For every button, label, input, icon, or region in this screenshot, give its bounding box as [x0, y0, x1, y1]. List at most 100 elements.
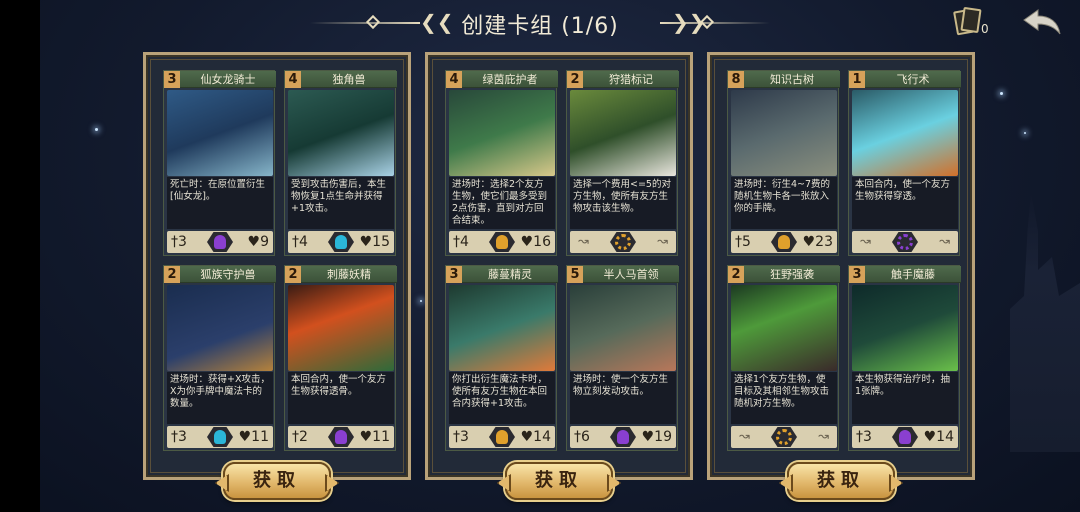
helmet-icon	[335, 430, 347, 444]
star	[1000, 92, 1003, 95]
helmet-icon	[214, 235, 226, 249]
card-name: 半人马首领	[603, 268, 659, 281]
card[interactable]: 8 知识古树 进场时：衍生4~7费的随机生物卡各一张放入你的手牌。 †5 ♥23	[727, 70, 840, 256]
faction-gem	[771, 232, 797, 252]
faction-gem	[207, 232, 233, 252]
health-stat: ♥23	[802, 234, 833, 250]
spell-rune-icon: ↝	[939, 234, 950, 249]
card-header: 3 仙女龙骑士	[164, 71, 276, 88]
deck-cards-icon[interactable]	[953, 6, 982, 36]
card-name: 飞行术	[896, 73, 930, 86]
attack-stat: †2	[292, 429, 308, 445]
cost-badge: 2	[285, 266, 301, 283]
get-button[interactable]: 获取	[223, 462, 331, 500]
faction-gem	[892, 427, 918, 447]
star	[95, 128, 98, 131]
get-button[interactable]: 获取	[787, 462, 895, 500]
faction-gem	[328, 232, 354, 252]
stat-bar: †3 ♥11	[167, 426, 273, 448]
spell-rune-icon: ↝	[818, 429, 829, 444]
card-header: 3 触手魔藤	[849, 266, 961, 283]
card-pack-panel: 8 知识古树 进场时：衍生4~7费的随机生物卡各一张放入你的手牌。 †5 ♥23…	[707, 52, 975, 480]
card-art	[731, 90, 837, 176]
card-description: 进场时：衍生4~7费的随机生物卡各一张放入你的手牌。	[731, 177, 837, 229]
card[interactable]: 4 独角兽 受到攻击伤害后，本生物恢复1点生命并获得+1攻击。 †4 ♥15	[284, 70, 397, 256]
card-name: 绿茵庇护者	[482, 73, 538, 86]
card[interactable]: 3 触手魔藤 本生物获得治疗时，抽1张牌。 †3 ♥14	[848, 265, 961, 451]
card-name: 藤蔓精灵	[488, 268, 532, 281]
card-name: 触手魔藤	[891, 268, 935, 281]
stat-bar: †6 ♥19	[570, 426, 676, 448]
card-art	[449, 285, 555, 371]
cost-badge: 3	[164, 71, 180, 88]
stat-bar: †2 ♥11	[288, 426, 394, 448]
card-header: 2 狐族守护兽	[164, 266, 276, 283]
cost-badge: 1	[849, 71, 865, 88]
spell-gear-icon	[615, 234, 631, 250]
card-art	[167, 285, 273, 371]
card-art	[852, 285, 958, 371]
card[interactable]: 3 藤蔓精灵 你打出衍生魔法卡时，使所有友方生物在本回合内获得+1攻击。 †3 …	[445, 265, 558, 451]
health-stat: ♥15	[359, 234, 390, 250]
card-header: 1 飞行术	[849, 71, 961, 88]
card[interactable]: 4 绿茵庇护者 进场时：选择2个友方生物，使它们最多受到2点伤害，直到对方回合结…	[445, 70, 558, 256]
card-header: 2 狩猎标记	[567, 71, 679, 88]
card-description: 本生物获得治疗时，抽1张牌。	[852, 372, 958, 424]
spell-stat-bar: ↝ ↝	[852, 231, 958, 253]
card-art	[570, 285, 676, 371]
card-name: 刺藤妖精	[327, 268, 371, 281]
back-arrow-icon[interactable]	[1022, 8, 1062, 36]
attack-stat: †3	[453, 429, 469, 445]
stat-bar: †3 ♥9	[167, 231, 273, 253]
cost-badge: 2	[728, 266, 744, 283]
card[interactable]: 2 狩猎标记 选择一个费用<=5的对方生物，使所有友方生物攻击该生物。 ↝ ↝	[566, 70, 679, 256]
health-stat: ♥11	[238, 429, 269, 445]
card[interactable]: 1 飞行术 本回合内，使一个友方生物获得穿透。 ↝ ↝	[848, 70, 961, 256]
helmet-icon	[496, 235, 508, 249]
header: ❮❮ 创建卡组 (1/6) ❯❯	[300, 8, 780, 40]
card[interactable]: 2 刺藤妖精 本回合内，使一个友方生物获得透骨。 †2 ♥11	[284, 265, 397, 451]
health-stat: ♥16	[520, 234, 551, 250]
attack-stat: †5	[735, 234, 751, 250]
attack-stat: †4	[453, 234, 469, 250]
spell-stat-bar: ↝ ↝	[570, 231, 676, 253]
card-description: 进场时：使一个友方生物立刻发动攻击。	[570, 372, 676, 424]
cost-badge: 4	[285, 71, 301, 88]
left-black-strip	[0, 0, 40, 512]
spell-gear-icon	[897, 234, 913, 250]
helmet-icon	[335, 235, 347, 249]
cost-badge: 8	[728, 71, 744, 88]
stat-bar: †3 ♥14	[852, 426, 958, 448]
card-name: 狂野强袭	[770, 268, 814, 281]
cost-badge: 2	[164, 266, 180, 283]
card[interactable]: 3 仙女龙骑士 死亡时：在原位置衍生[仙女龙]。 †3 ♥9	[163, 70, 276, 256]
card-art	[731, 285, 837, 371]
helmet-icon	[214, 430, 226, 444]
cost-badge: 2	[567, 71, 583, 88]
card-art	[167, 90, 273, 176]
card-art	[449, 90, 555, 176]
card-header: 4 独角兽	[285, 71, 397, 88]
cost-badge: 4	[446, 71, 462, 88]
card-description: 死亡时：在原位置衍生[仙女龙]。	[167, 177, 273, 229]
faction-gem	[489, 427, 515, 447]
card-name: 狐族守护兽	[200, 268, 256, 281]
helmet-icon	[899, 430, 911, 444]
get-button[interactable]: 获取	[505, 462, 613, 500]
faction-gem	[489, 232, 515, 252]
card-name: 仙女龙骑士	[200, 73, 256, 86]
header-ornament-right	[660, 22, 770, 24]
attack-stat: †3	[171, 429, 187, 445]
health-stat: ♥19	[641, 429, 672, 445]
card-header: 4 绿茵庇护者	[446, 71, 558, 88]
card[interactable]: 5 半人马首领 进场时：使一个友方生物立刻发动攻击。 †6 ♥19	[566, 265, 679, 451]
health-stat: ♥9	[247, 234, 269, 250]
deck-count: 0	[981, 22, 989, 36]
stat-bar: †4 ♥15	[288, 231, 394, 253]
attack-stat: †3	[856, 429, 872, 445]
card-art	[288, 285, 394, 371]
card[interactable]: 2 狂野强袭 选择1个友方生物，使目标及其相邻生物攻击随机对方生物。 ↝ ↝	[727, 265, 840, 451]
helmet-icon	[778, 235, 790, 249]
card[interactable]: 2 狐族守护兽 进场时：获得+X攻击，X为你手牌中魔法卡的数量。 †3 ♥11	[163, 265, 276, 451]
cost-badge: 3	[849, 266, 865, 283]
